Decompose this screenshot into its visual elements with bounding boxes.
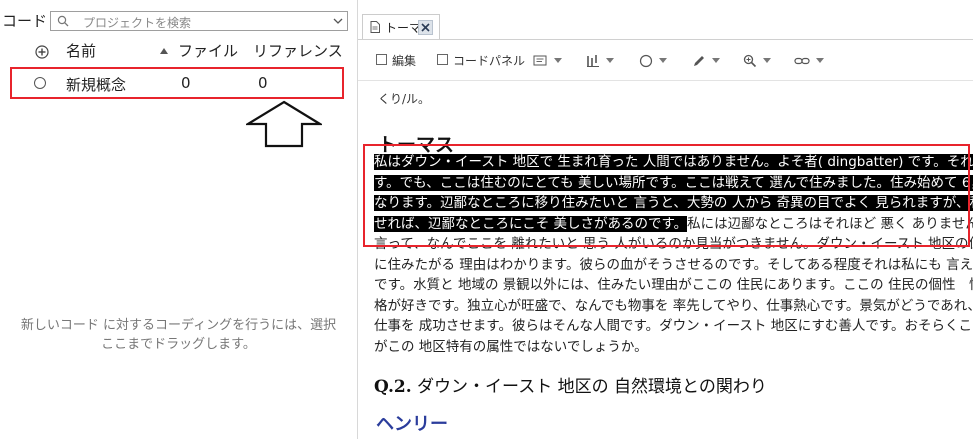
table-row[interactable]: 新規概念 0 0: [10, 67, 344, 99]
question-number: Q.2.: [374, 377, 412, 397]
tab-document[interactable]: トーマス: [362, 14, 440, 40]
toolbar-border: [358, 80, 973, 81]
text-line[interactable]: 格が好きです。独立心が旺盛で、なんでも物事を 率先してやり、仕事熱心です。景気が…: [374, 296, 973, 317]
selected-text[interactable]: 私はダウン・イースト 地区で 生まれ育った 人間ではありません。よそ者( din…: [374, 154, 973, 170]
chevron-down-icon[interactable]: [763, 58, 771, 63]
search-input[interactable]: プロジェクトを検索: [50, 11, 348, 31]
chevron-down-icon[interactable]: [659, 58, 667, 63]
codes-label: コード: [2, 12, 48, 30]
selected-text[interactable]: す。でも、ここは住むのにとても 美しい場所です。ここは戦えて 選んで住みました。…: [374, 174, 973, 191]
column-header-references[interactable]: リファレンス: [253, 40, 343, 64]
document-icon: [370, 21, 380, 33]
selected-text[interactable]: せれば、辺鄙なところにこそ 美しさがあるのです。: [374, 215, 688, 232]
text-run[interactable]: 言って、なんでここを 離れたいと 思う 人がいるのか見当がつきません。ダウン・イ…: [374, 236, 973, 252]
text-line[interactable]: なります。辺鄙なところに移り住みたいと 言うと、大勢の 人から 奇異の目でよく …: [374, 193, 973, 214]
text-run[interactable]: 私には辺鄙なところはそれほど 悪く ありません。正直: [687, 216, 973, 232]
chevron-down-icon[interactable]: [606, 58, 614, 63]
sort-asc-icon: [160, 48, 168, 54]
empty-hint-line2: ここまでドラッグします。: [101, 337, 256, 352]
circle-shape-icon[interactable]: [639, 54, 653, 68]
text-line[interactable]: 私はダウン・イースト 地区で 生まれ育った 人間ではありません。よそ者( din…: [374, 152, 973, 173]
document-pane: トーマス 編集 コードパネル くり/ル。 トーマス 私はダウン・イースト 地区で…: [358, 0, 973, 439]
tab-strip-border: [358, 39, 973, 40]
add-code-icon[interactable]: [35, 45, 49, 59]
edit-checkbox[interactable]: [376, 54, 387, 65]
text-line[interactable]: 言って、なんでここを 離れたいと 思う 人がいるのか見当がつきません。ダウン・イ…: [374, 234, 973, 255]
text-run[interactable]: に住みたがる 理由はわかります。彼らの血がそうさせるのです。そしてある程度それは…: [374, 257, 973, 273]
document-text-fragment: くり/ル。: [378, 92, 431, 106]
code-name: 新規概念: [66, 76, 127, 94]
question-title: ダウン・イースト 地区の 自然環境との関わり: [411, 377, 767, 397]
text-run[interactable]: 仕事を 成功させます。彼らはそんな人間です。ダウン・イースト 地区にすむ善人です…: [374, 318, 973, 334]
edit-label[interactable]: 編集: [392, 52, 416, 70]
text-line[interactable]: せれば、辺鄙なところにこそ 美しさがあるのです。私には辺鄙なところはそれほど 悪…: [374, 214, 973, 235]
search-icon: [57, 15, 69, 27]
text-run[interactable]: 格が好きです。独立心が旺盛で、なんでも物事を 率先してやり、仕事熱心です。景気が…: [374, 298, 973, 314]
link-icon[interactable]: [794, 55, 810, 67]
zoom-icon[interactable]: [743, 54, 757, 68]
chevron-down-icon[interactable]: [554, 58, 562, 63]
empty-hint-line1: 新しいコード に対するコーディングを行うには、選択: [20, 318, 337, 333]
text-line[interactable]: がこの 地区特有の属性ではないでしょうか。: [374, 337, 973, 358]
up-arrow-annotation: [246, 100, 322, 148]
pen-icon[interactable]: [692, 54, 706, 68]
empty-hint: 新しいコード に対するコーディングを行うには、選択 ここまでドラッグします。: [0, 316, 357, 354]
code-panel-label[interactable]: コードパネル: [453, 52, 525, 70]
next-speaker-heading: ヘンリー: [376, 414, 448, 435]
chevron-down-icon[interactable]: [333, 16, 343, 26]
code-color-indicator: [34, 77, 46, 89]
code-references-count: 0: [258, 74, 268, 92]
codes-pane: コード プロジェクトを検索 名前 ファイル リファレンス 新規概念 0 0 新し…: [0, 0, 357, 439]
document-paragraph[interactable]: 私はダウン・イースト 地区で 生まれ育った 人間ではありません。よそ者( din…: [374, 152, 973, 357]
chevron-down-icon[interactable]: [816, 58, 824, 63]
text-run[interactable]: です。水質と 地域の 景観以外には、住みたい理由がここの 住民にあります。ここの…: [374, 277, 973, 293]
close-tab-button[interactable]: [418, 20, 433, 35]
column-header-name[interactable]: 名前: [66, 40, 96, 64]
text-line[interactable]: です。水質と 地域の 景観以外には、住みたい理由がここの 住民にあります。ここの…: [374, 275, 973, 296]
text-line[interactable]: 仕事を 成功させます。彼らはそんな人間です。ダウン・イースト 地区にすむ善人です…: [374, 316, 973, 337]
code-panel-checkbox[interactable]: [437, 54, 448, 65]
document-toolbar: 編集 コードパネル: [358, 48, 973, 74]
coding-stripes-icon[interactable]: [586, 54, 600, 68]
comment-icon[interactable]: [533, 55, 547, 67]
chevron-down-icon[interactable]: [712, 58, 720, 63]
text-line[interactable]: す。でも、ここは住むのにとても 美しい場所です。ここは戦えて 選んで住みました。…: [374, 173, 973, 194]
column-header-files[interactable]: ファイル: [178, 40, 238, 64]
text-line[interactable]: に住みたがる 理由はわかります。彼らの血がそうさせるのです。そしてある程度それは…: [374, 255, 973, 276]
close-icon: [421, 23, 430, 32]
code-files-count: 0: [181, 74, 191, 92]
question-heading: Q.2. ダウン・イースト 地区の 自然環境との関わり: [374, 372, 767, 397]
text-run[interactable]: がこの 地区特有の属性ではないでしょうか。: [374, 339, 648, 355]
selected-text[interactable]: なります。辺鄙なところに移り住みたいと 言うと、大勢の 人から 奇異の目でよく …: [374, 195, 973, 211]
search-placeholder: プロジェクトを検索: [83, 16, 192, 30]
